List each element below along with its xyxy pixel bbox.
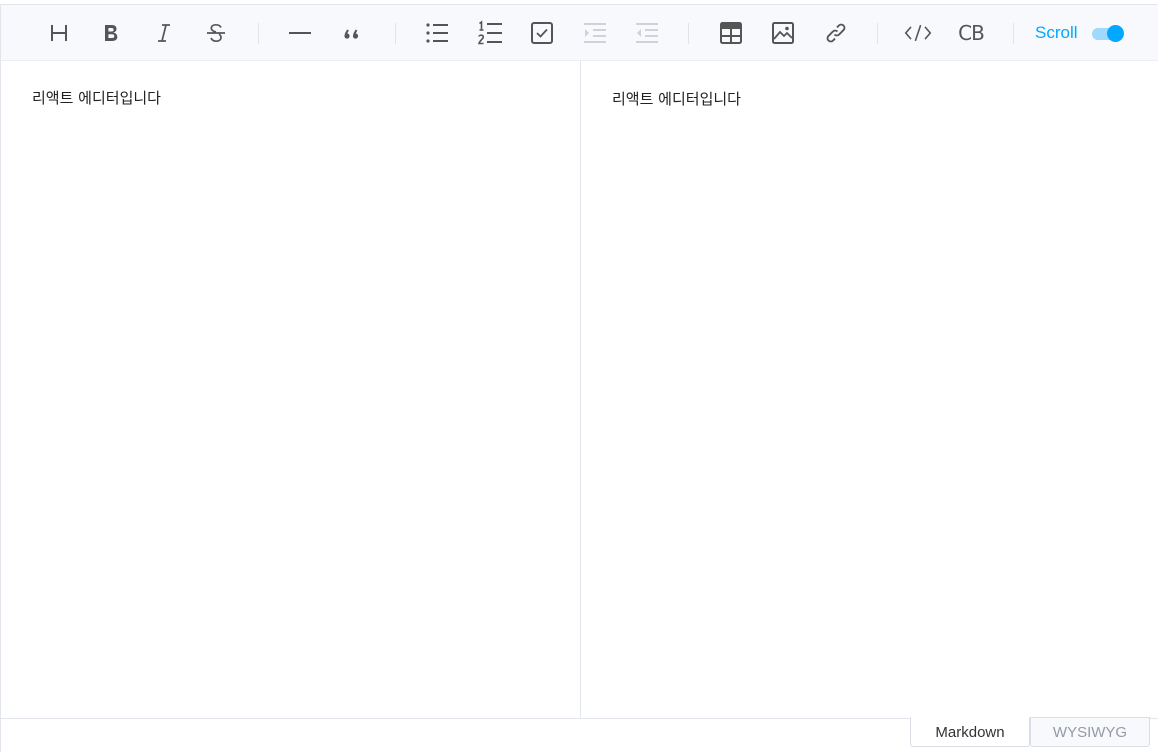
outdent-icon — [636, 23, 658, 43]
editor-toolbar: CB Scroll — [1, 5, 1158, 61]
toggle-knob — [1107, 25, 1124, 42]
table-icon — [720, 22, 742, 44]
image-icon — [772, 22, 794, 44]
bullet-list-icon — [426, 23, 448, 43]
code-block-button[interactable]: CB — [956, 19, 986, 47]
task-list-button[interactable] — [528, 19, 556, 47]
scroll-sync-label: Scroll — [1035, 23, 1078, 42]
image-button[interactable] — [769, 19, 797, 47]
indent-icon — [584, 23, 606, 43]
hr-button[interactable] — [286, 19, 314, 47]
markdown-content[interactable]: 리액트 에디터입니다 — [32, 88, 161, 108]
toolbar-divider — [258, 23, 259, 44]
ordered-list-icon — [478, 20, 502, 45]
task-list-icon — [531, 22, 553, 44]
mode-switch-bar: Markdown WYSIWYG — [1, 717, 1158, 753]
bold-button[interactable] — [97, 19, 125, 47]
heading-icon — [51, 25, 67, 41]
ordered-list-button[interactable] — [476, 19, 504, 47]
hr-icon — [289, 32, 311, 34]
link-button[interactable] — [822, 19, 850, 47]
markdown-editor: CB Scroll 리액트 에디터입니다 리액트 에디터입니다 Markdown… — [0, 4, 1158, 753]
code-button[interactable] — [904, 19, 932, 47]
toolbar-divider — [877, 23, 878, 44]
preview-content: 리액트 에디터입니다 — [612, 90, 741, 108]
bold-icon — [105, 25, 118, 41]
toolbar-divider — [688, 23, 689, 44]
indent-button[interactable] — [581, 19, 609, 47]
code-block-icon: CB — [958, 21, 985, 45]
code-icon — [904, 24, 932, 42]
markdown-mode-tab[interactable]: Markdown — [910, 717, 1030, 747]
link-icon — [826, 23, 846, 43]
toolbar-divider — [1013, 23, 1014, 44]
preview-pane: 리액트 에디터입니다 — [581, 61, 1158, 718]
markdown-pane[interactable]: 리액트 에디터입니다 — [1, 61, 581, 718]
scroll-sync-toggle[interactable] — [1091, 25, 1125, 42]
quote-icon — [344, 29, 359, 39]
italic-icon — [158, 24, 170, 42]
table-button[interactable] — [717, 19, 745, 47]
quote-button[interactable] — [338, 19, 366, 47]
toolbar-divider — [395, 23, 396, 44]
italic-button[interactable] — [150, 19, 178, 47]
outdent-button[interactable] — [633, 19, 661, 47]
heading-button[interactable] — [45, 19, 73, 47]
strike-icon — [207, 23, 225, 43]
bullet-list-button[interactable] — [423, 19, 451, 47]
strike-button[interactable] — [202, 19, 230, 47]
wysiwyg-mode-tab[interactable]: WYSIWYG — [1030, 717, 1150, 747]
